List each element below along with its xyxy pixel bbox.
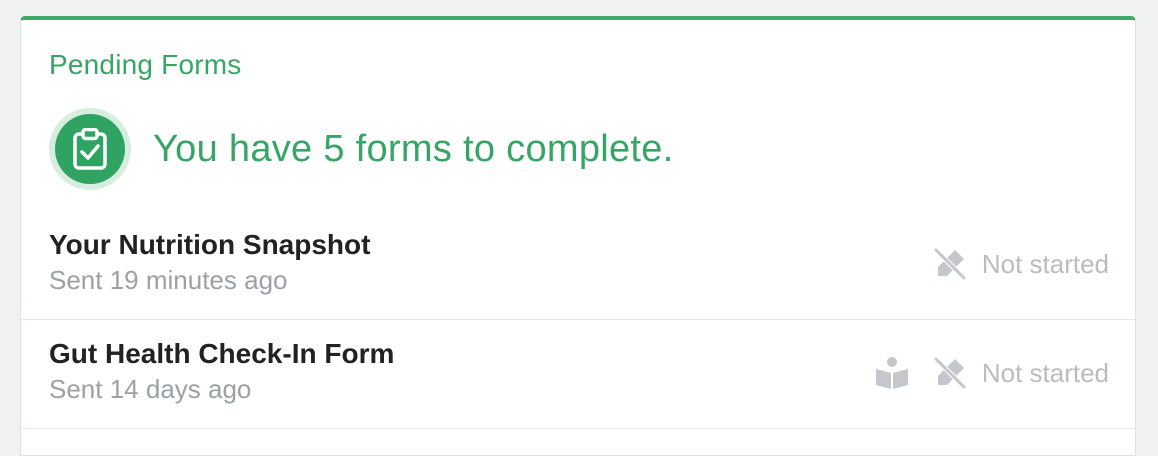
form-row[interactable]: Your Nutrition Snapshot Sent 19 minutes …	[21, 220, 1135, 320]
pencil-slash-icon	[932, 355, 968, 391]
clipboard-check-icon	[49, 108, 131, 190]
forms-summary: You have 5 forms to complete.	[49, 108, 674, 190]
summary-text: You have 5 forms to complete.	[153, 128, 674, 170]
form-sent-time: Sent 19 minutes ago	[49, 265, 288, 295]
pencil-slash-icon	[932, 246, 968, 282]
form-status: Not started	[852, 355, 1109, 391]
form-row[interactable]: Gut Health Check-In Form Sent 14 days ag…	[21, 321, 1135, 429]
form-name[interactable]: Gut Health Check-In Form	[49, 337, 394, 371]
pending-forms-card: Pending Forms You have 5 forms to comple…	[20, 16, 1136, 456]
form-sent-time: Sent 14 days ago	[49, 374, 252, 404]
form-status: Not started	[910, 246, 1109, 282]
form-name[interactable]: Your Nutrition Snapshot	[49, 228, 370, 262]
status-label: Not started	[981, 249, 1109, 279]
person-reading-icon	[874, 355, 910, 391]
status-label: Not started	[981, 358, 1109, 388]
card-title: Pending Forms	[49, 49, 242, 80]
